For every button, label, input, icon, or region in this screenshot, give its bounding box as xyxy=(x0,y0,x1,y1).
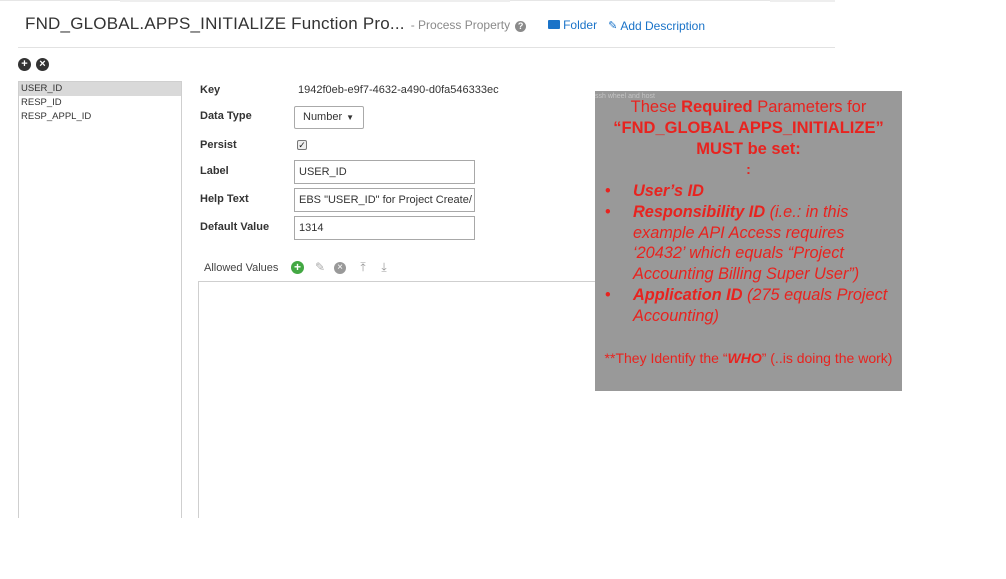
move-bottom-icon[interactable]: ⤓ xyxy=(377,260,391,274)
annotation-note: ssh wheel and host These Required Parame… xyxy=(595,91,902,391)
top-tab-strip xyxy=(120,0,510,2)
page-subtitle: - Process Property xyxy=(410,18,511,32)
chevron-down-icon: ▼ xyxy=(346,113,355,122)
note-footer: **They Identify the “WHO” (..is doing th… xyxy=(595,349,902,367)
folder-link[interactable]: Folder xyxy=(548,18,597,32)
move-top-icon[interactable]: ⤒ xyxy=(356,260,370,274)
list-item-user-id[interactable]: USER_ID xyxy=(19,82,181,96)
header-divider xyxy=(18,47,835,48)
list-item-resp-id[interactable]: RESP_ID xyxy=(19,96,181,110)
label-input[interactable]: USER_ID xyxy=(294,160,475,184)
note-head-required: Required xyxy=(681,98,753,116)
note-bullets: • User’s ID • Responsibility ID (i.e.: in … xyxy=(601,181,897,327)
add-property-button[interactable]: + xyxy=(18,58,31,71)
delete-value-icon[interactable]: × xyxy=(334,262,346,274)
bullet-app-bold: Application ID xyxy=(633,285,743,304)
page-header: FND_GLOBAL.APPS_INITIALIZE Function Pro.… xyxy=(25,14,705,38)
folder-link-label: Folder xyxy=(563,17,598,32)
help-text-input[interactable]: EBS "USER_ID" for Project Create/ xyxy=(294,188,475,212)
key-label: Key xyxy=(200,84,221,96)
add-value-icon[interactable]: + xyxy=(291,261,304,274)
default-value-input[interactable]: 1314 xyxy=(294,216,475,240)
add-description-link[interactable]: ✎ Add Description xyxy=(608,19,705,33)
data-type-label: Data Type xyxy=(200,110,252,122)
list-item-resp-appl-id[interactable]: RESP_APPL_ID xyxy=(19,110,181,124)
note-bullet-app: • Application ID (275 equals Project Acco… xyxy=(605,285,888,325)
add-description-label: Add Description xyxy=(620,18,706,33)
property-list: USER_ID RESP_ID RESP_APPL_ID xyxy=(18,81,182,518)
delete-property-button[interactable]: × xyxy=(36,58,49,71)
note-head-function: “FND_GLOBAL APPS_INITIALIZE” xyxy=(613,119,884,137)
bullet-resp-bold: Responsibility ID xyxy=(633,202,766,221)
note-foot-post: ” (..is doing the work) xyxy=(761,350,893,366)
allowed-values-panel xyxy=(198,281,598,518)
page-title: FND_GLOBAL.APPS_INITIALIZE Function Pro.… xyxy=(25,14,405,33)
top-tab-strip-right xyxy=(770,0,835,2)
note-colon: : xyxy=(746,161,751,177)
data-type-select[interactable]: Number ▼ xyxy=(294,106,364,129)
data-type-value: Number xyxy=(303,111,343,123)
folder-icon xyxy=(548,20,561,29)
note-head-pre: These xyxy=(630,98,682,116)
persist-label: Persist xyxy=(200,139,237,151)
edit-value-icon[interactable]: ✎ xyxy=(313,260,327,274)
key-value: 1942f0eb-e9f7-4632-a490-d0fa546333ec xyxy=(298,84,499,96)
note-foot-who: WHO xyxy=(727,350,762,366)
note-bullet-resp: • Responsibility ID (i.e.: in this exampl… xyxy=(605,202,860,284)
note-foot-pre: **They Identify the “ xyxy=(604,350,728,366)
help-text-label: Help Text xyxy=(200,193,249,205)
persist-checkbox[interactable]: ✓ xyxy=(297,140,307,150)
note-head-mid: Parameters for xyxy=(752,98,867,116)
note-heading: These Required Parameters for “FND_GLOBA… xyxy=(595,97,902,160)
note-head-must: MUST be set: xyxy=(696,140,801,158)
pencil-icon: ✎ xyxy=(608,20,618,32)
note-bullet-user: • User’s ID xyxy=(605,182,704,200)
default-value-label: Default Value xyxy=(200,221,270,233)
allowed-values-label: Allowed Values xyxy=(204,262,279,274)
label-label: Label xyxy=(200,165,229,177)
help-icon[interactable]: ? xyxy=(515,21,527,32)
bullet-user-bold: User’s ID xyxy=(633,182,704,200)
